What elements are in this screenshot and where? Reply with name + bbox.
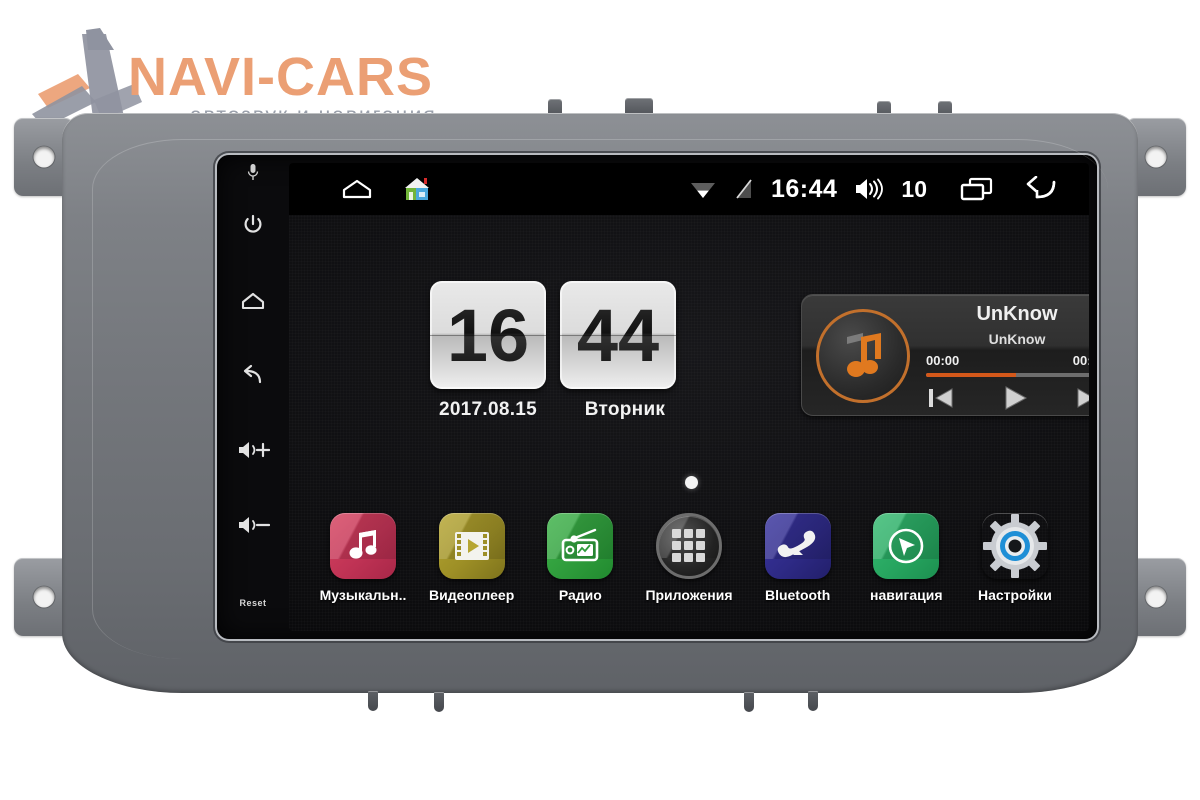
music-player-widget[interactable]: UnKnow UnKnow 00:00 00:00 — [801, 294, 1089, 416]
status-bar: 16:44 10 — [289, 163, 1089, 215]
screw-hole — [1145, 586, 1167, 608]
skip-previous-icon[interactable] — [926, 385, 956, 411]
back-arrow-icon[interactable] — [1025, 176, 1059, 202]
video-film-icon — [454, 532, 489, 560]
app-video[interactable]: Видеоплеер — [426, 513, 518, 623]
app-radio[interactable]: Радио — [534, 513, 626, 623]
screw-hole — [33, 586, 55, 608]
frame-clip — [434, 692, 444, 712]
microphone-icon — [247, 164, 259, 180]
app-tile — [982, 513, 1048, 579]
navigation-cursor-icon — [888, 528, 924, 564]
android-screen[interactable]: 16:44 10 16 44 2017.08.15 Вторник UnKnow… — [289, 163, 1089, 631]
progress-fill — [926, 373, 1016, 377]
app-label: Видеоплеер — [429, 587, 515, 603]
app-navigation[interactable]: навигация — [860, 513, 952, 623]
home-icon — [241, 292, 265, 310]
app-tile — [547, 513, 614, 579]
app-label: Радио — [558, 587, 602, 603]
music-note-icon — [847, 333, 881, 377]
app-grid-icon — [671, 529, 705, 562]
speaker-volume-icon[interactable] — [854, 177, 884, 201]
status-bar-right: 16:44 10 — [689, 175, 1089, 204]
power-button[interactable] — [217, 213, 289, 237]
frame-clip — [368, 691, 378, 711]
volume-up-button[interactable] — [217, 440, 289, 460]
car-head-unit: Reset 16:44 10 16 44 2017.08.15 Вторник … — [0, 98, 1200, 712]
brand-name: NAVI-CARS — [128, 47, 433, 107]
display-panel: Reset 16:44 10 16 44 2017.08.15 Вторник … — [217, 155, 1097, 639]
app-label: Настройки — [978, 587, 1052, 603]
app-tile — [438, 513, 505, 579]
skip-next-icon[interactable] — [1074, 385, 1089, 411]
progress-bar[interactable] — [926, 373, 1089, 377]
page-indicator-dot[interactable] — [685, 476, 698, 489]
app-tile — [655, 513, 722, 579]
clock-tiles: 16 44 — [430, 281, 720, 389]
home-button[interactable] — [217, 290, 289, 312]
status-bar-left — [289, 176, 431, 202]
app-label: Bluetooth — [764, 587, 831, 603]
frame-clip — [744, 692, 754, 712]
clock-date: 2017.08.15 — [438, 399, 538, 420]
screw-hole — [33, 146, 55, 168]
app-label: Музыкальн.. — [319, 587, 407, 603]
status-time: 16:44 — [770, 174, 838, 203]
app-music[interactable]: Музыкальн.. — [317, 513, 409, 623]
app-label: навигация — [870, 587, 943, 603]
app-settings[interactable]: Настройки — [969, 513, 1061, 623]
total-time: 00:00 — [1072, 353, 1089, 368]
track-title: UnKnow — [976, 303, 1058, 325]
volume-down-button[interactable] — [217, 515, 289, 535]
clock-minutes-tile: 44 — [560, 281, 676, 389]
elapsed-time: 00:00 — [926, 353, 960, 368]
clock-widget[interactable]: 16 44 2017.08.15 Вторник — [430, 281, 720, 428]
power-icon — [244, 214, 262, 233]
radio-icon — [562, 528, 599, 562]
volume-down-icon — [239, 517, 270, 533]
app-tile — [873, 513, 940, 579]
track-artist: UnKnow — [988, 331, 1046, 347]
clock-hours-tile: 16 — [430, 281, 546, 389]
app-label: Приложения — [645, 587, 733, 603]
clock-minutes: 44 — [560, 281, 676, 389]
hardware-key-strip: Reset — [217, 155, 289, 639]
playback-controls — [920, 383, 1089, 413]
screw-hole — [1145, 146, 1167, 168]
album-art — [816, 309, 910, 403]
reset-label: Reset — [239, 598, 267, 608]
play-icon[interactable] — [999, 384, 1031, 412]
home-outline-icon[interactable] — [341, 177, 373, 201]
frame-clip — [808, 691, 818, 711]
frame-clip — [625, 98, 653, 114]
status-volume-level: 10 — [901, 175, 927, 202]
music-note-icon — [349, 530, 377, 559]
no-sim-signal-icon — [736, 179, 752, 199]
clock-weekday: Вторник — [584, 399, 666, 420]
clock-hours: 16 — [430, 281, 546, 389]
gear-eye-icon — [982, 514, 1047, 578]
volume-up-icon — [239, 442, 270, 458]
phone-handset-icon — [777, 530, 815, 558]
screenshot-canvas: NAVI-CARS автозвук и навигация — [0, 0, 1200, 800]
recent-apps-icon[interactable] — [960, 176, 994, 202]
clock-subline: 2017.08.15 Вторник — [430, 399, 720, 421]
wifi-icon — [690, 183, 715, 198]
back-arrow-icon — [243, 364, 262, 384]
colored-house-icon[interactable] — [403, 176, 431, 202]
app-dock: Музыкальн.. Видеоплеер Радио Приложения … — [289, 513, 1089, 623]
app-bluetooth[interactable]: Bluetooth — [752, 513, 844, 623]
back-button[interactable] — [217, 363, 289, 387]
app-tile — [330, 513, 396, 579]
app-drawer[interactable]: Приложения — [643, 513, 735, 623]
mic-hole — [217, 163, 289, 181]
unit-bezel: Reset 16:44 10 16 44 2017.08.15 Вторник … — [62, 113, 1138, 712]
reset-button[interactable]: Reset — [217, 598, 289, 608]
app-tile — [764, 513, 831, 579]
